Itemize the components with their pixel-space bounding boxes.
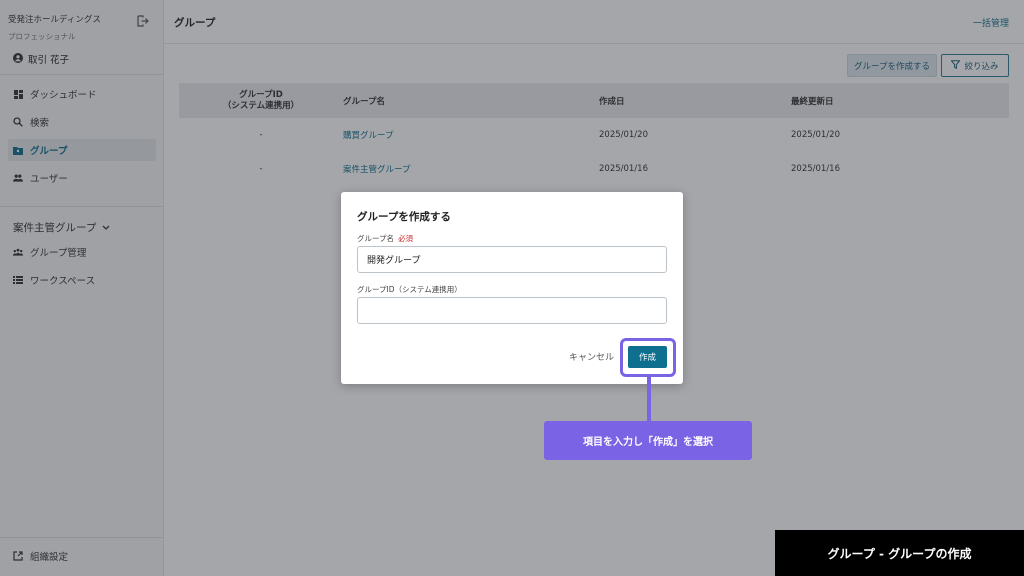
- step-caption: グループ - グループの作成: [775, 530, 1024, 576]
- group-id-label: グループID（システム連携用）: [357, 285, 462, 294]
- instruction-callout: 項目を入力し「作成」を選択: [544, 421, 752, 460]
- cancel-button[interactable]: キャンセル: [569, 350, 614, 363]
- group-name-label: グループ名 必須: [357, 234, 414, 243]
- create-button[interactable]: 作成: [628, 346, 667, 368]
- group-name-input[interactable]: 開発グループ: [357, 246, 667, 273]
- group-id-input[interactable]: [357, 297, 667, 324]
- dialog-title: グループを作成する: [357, 211, 451, 223]
- callout-connector: [647, 377, 651, 422]
- required-badge: 必須: [398, 234, 414, 243]
